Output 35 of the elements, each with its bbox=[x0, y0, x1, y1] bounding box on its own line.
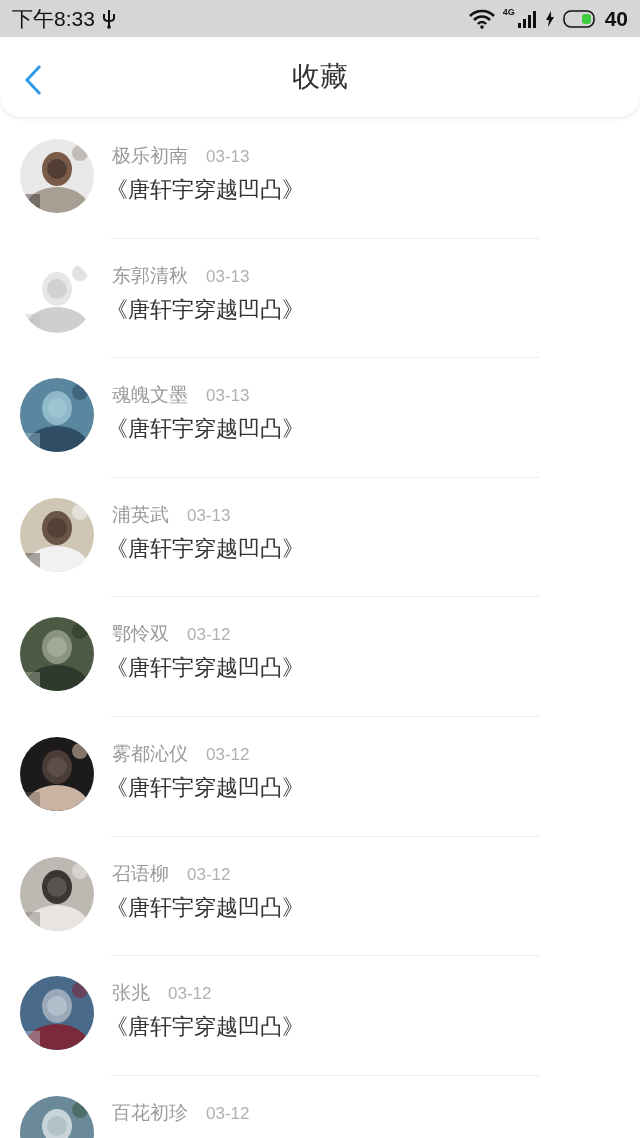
battery-icon bbox=[562, 9, 597, 28]
work-title[interactable]: 《唐轩宇穿越凹凸》 bbox=[106, 653, 304, 684]
status-time: 下午8:33 bbox=[12, 5, 95, 32]
author-name: 雾都沁仪 bbox=[112, 740, 188, 766]
work-title[interactable]: 《唐轩宇穿越凹凸》 bbox=[106, 414, 304, 445]
favorite-date: 03-12 bbox=[206, 744, 250, 765]
author-name: 鄂怜双 bbox=[112, 621, 169, 647]
signal-icon bbox=[516, 8, 537, 29]
usb-icon bbox=[102, 8, 115, 29]
charging-icon bbox=[544, 10, 555, 27]
battery-percent: 40 bbox=[604, 6, 628, 31]
work-title[interactable]: 《唐轩宇穿越凹凸》 bbox=[106, 772, 304, 803]
work-title[interactable]: 《唐轩宇穿越凹凸》 bbox=[106, 294, 304, 325]
author-name: 浦英武 bbox=[112, 501, 169, 527]
favorite-date: 03-13 bbox=[206, 266, 250, 287]
work-title[interactable]: 《唐轩宇穿越凹凸》 bbox=[106, 533, 304, 564]
favorite-date: 03-12 bbox=[168, 984, 212, 1005]
work-title[interactable]: 《唐轩宇穿越凹凸》 bbox=[106, 175, 304, 205]
favorite-date: 03-12 bbox=[187, 864, 231, 885]
author-name: 百花初珍 bbox=[112, 1099, 188, 1125]
author-name: 东郭清秋 bbox=[112, 262, 188, 288]
wifi-icon bbox=[468, 8, 495, 29]
author-name: 魂魄文墨 bbox=[112, 382, 188, 408]
author-name: 张兆 bbox=[112, 980, 150, 1006]
author-name: 召语柳 bbox=[112, 860, 169, 886]
work-title[interactable]: 《唐轩宇穿越凹凸》 bbox=[106, 1012, 304, 1043]
work-title[interactable]: 《唐轩宇穿越凹凸》 bbox=[106, 892, 304, 923]
author-name: 极乐初南 bbox=[112, 143, 188, 168]
page-title: 收藏 bbox=[292, 59, 348, 95]
favorite-date: 03-12 bbox=[206, 1103, 250, 1124]
network-type: 4G bbox=[502, 7, 515, 17]
favorite-date: 03-13 bbox=[187, 505, 231, 526]
favorite-date: 03-13 bbox=[206, 147, 250, 167]
favorite-date: 03-13 bbox=[206, 386, 250, 407]
favorite-date: 03-12 bbox=[187, 625, 231, 646]
